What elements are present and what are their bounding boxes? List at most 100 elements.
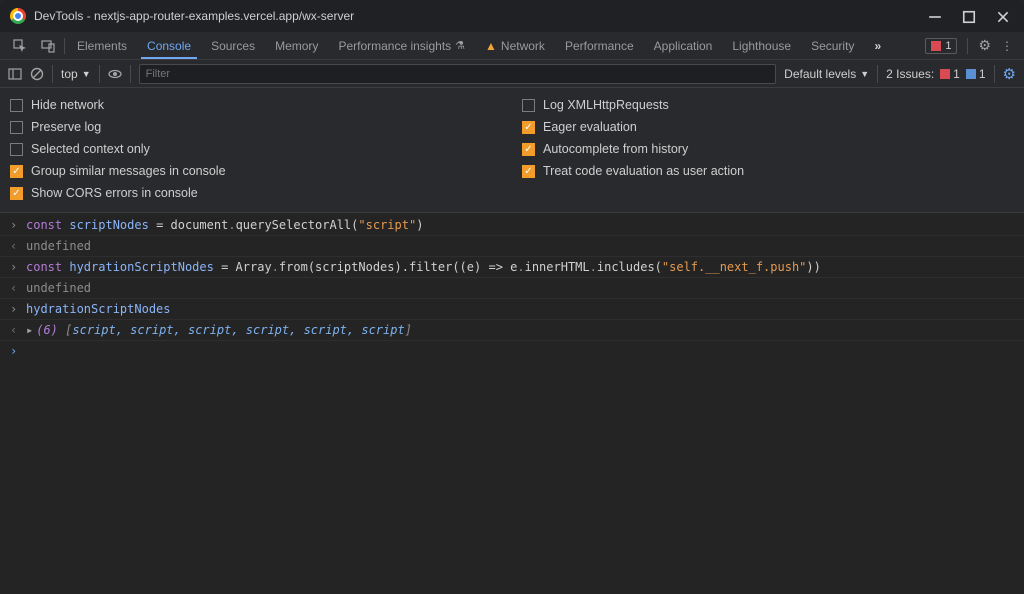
tab-console[interactable]: Console <box>137 32 201 59</box>
tab-sources[interactable]: Sources <box>201 32 265 59</box>
close-icon[interactable] <box>996 10 1008 22</box>
setting-label: Autocomplete from history <box>543 142 688 156</box>
setting-label: Hide network <box>31 98 104 112</box>
sidebar-toggle-icon[interactable] <box>8 67 22 81</box>
checkbox-icon: ✓ <box>522 165 535 178</box>
device-toggle-icon[interactable] <box>34 32 62 59</box>
console-settings-gear-icon[interactable]: ⚙ <box>1003 65 1016 83</box>
tab-label: Sources <box>211 39 255 53</box>
console-result-row[interactable]: ‹ undefined <box>0 236 1024 257</box>
console-input-row[interactable]: › const hydrationScriptNodes = Array.fro… <box>0 257 1024 278</box>
console-prompt-row[interactable]: › <box>0 341 1024 361</box>
expand-caret-icon[interactable]: ▸ <box>26 323 33 337</box>
tab-label: Elements <box>77 39 127 53</box>
checkbox-icon <box>10 121 23 134</box>
issues-indicator[interactable]: 2 Issues: 1 1 <box>886 67 985 81</box>
setting-label: Eager evaluation <box>543 120 637 134</box>
checkbox-icon: ✓ <box>522 121 535 134</box>
levels-label: Default levels <box>784 67 856 81</box>
window-title: DevTools - nextjs-app-router-examples.ve… <box>34 9 354 23</box>
errors-count: 1 <box>945 40 951 52</box>
setting-label: Selected context only <box>31 142 150 156</box>
result-value: undefined <box>26 281 91 295</box>
code-line: hydrationScriptNodes <box>26 302 171 316</box>
tab-label: Application <box>654 39 713 53</box>
clear-console-icon[interactable] <box>30 67 44 81</box>
devtools-tabs: Elements Console Sources Memory Performa… <box>0 32 1024 60</box>
checkbox-icon: ✓ <box>522 143 535 156</box>
setting-label: Log XMLHttpRequests <box>543 98 669 112</box>
info-square-icon <box>966 69 976 79</box>
setting-cors-errors[interactable]: ✓Show CORS errors in console <box>8 182 504 204</box>
chrome-logo-icon <box>10 8 26 24</box>
warning-icon: ▲ <box>485 39 497 53</box>
chevron-down-icon: ▼ <box>860 69 869 79</box>
filter-input[interactable] <box>139 64 777 84</box>
code-line: const hydrationScriptNodes = Array.from(… <box>26 260 821 274</box>
error-square-icon <box>931 41 941 51</box>
tab-elements[interactable]: Elements <box>67 32 137 59</box>
tab-performance[interactable]: Performance <box>555 32 644 59</box>
setting-preserve-log[interactable]: Preserve log <box>8 116 504 138</box>
context-label: top <box>61 67 78 81</box>
checkbox-icon <box>10 99 23 112</box>
checkbox-icon <box>10 143 23 156</box>
setting-label: Treat code evaluation as user action <box>543 164 744 178</box>
tab-label: Memory <box>275 39 318 53</box>
titlebar: DevTools - nextjs-app-router-examples.ve… <box>0 0 1024 32</box>
setting-label: Group similar messages in console <box>31 164 226 178</box>
tab-network[interactable]: ▲ Network <box>475 32 555 59</box>
checkbox-icon <box>522 99 535 112</box>
tab-label: Console <box>147 39 191 53</box>
tabs-overflow[interactable]: » <box>864 32 891 59</box>
levels-selector[interactable]: Default levels ▼ <box>784 67 869 81</box>
prompt-arrow-icon: › <box>10 344 22 358</box>
setting-hide-network[interactable]: Hide network <box>8 94 504 116</box>
context-selector[interactable]: top ▼ <box>61 67 91 81</box>
tab-performance-insights[interactable]: Performance insights⚗ <box>328 32 475 59</box>
console-input-row[interactable]: › const scriptNodes = document.querySele… <box>0 215 1024 236</box>
settings-col-right: Log XMLHttpRequests ✓ Eager evaluation ✓ A… <box>512 94 1024 204</box>
input-arrow-icon: › <box>10 260 22 274</box>
tab-security[interactable]: Security <box>801 32 864 59</box>
tab-label: Network <box>501 39 545 53</box>
result-value: (6) [script, script, script, script, scr… <box>36 323 412 337</box>
output-arrow-icon: ‹ <box>10 281 22 295</box>
error-square-icon <box>940 69 950 79</box>
output-arrow-icon: ‹ <box>10 323 22 337</box>
setting-eager-eval[interactable]: ✓ Eager evaluation <box>520 116 1016 138</box>
tab-application[interactable]: Application <box>644 32 723 59</box>
console-output: › const scriptNodes = document.querySele… <box>0 213 1024 361</box>
issues-label: 2 Issues: <box>886 67 934 81</box>
console-input-row[interactable]: › hydrationScriptNodes <box>0 299 1024 320</box>
input-arrow-icon: › <box>10 302 22 316</box>
tab-label: Performance insights <box>338 39 451 53</box>
result-value: undefined <box>26 239 91 253</box>
errors-badge[interactable]: 1 <box>925 38 957 54</box>
tab-lighthouse[interactable]: Lighthouse <box>722 32 801 59</box>
setting-user-action[interactable]: ✓ Treat code evaluation as user action <box>520 160 1016 182</box>
code-line: const scriptNodes = document.querySelect… <box>26 218 423 232</box>
setting-selected-context[interactable]: Selected context only <box>8 138 504 160</box>
setting-group-similar[interactable]: ✓Group similar messages in console <box>8 160 504 182</box>
console-toolbar: top ▼ Default levels ▼ 2 Issues: 1 1 ⚙ <box>0 60 1024 88</box>
chevron-down-icon: ▼ <box>82 69 91 79</box>
console-result-row[interactable]: ‹ ▸ (6) [script, script, script, script,… <box>0 320 1024 341</box>
maximize-icon[interactable] <box>962 10 974 22</box>
issues-error-count: 1 <box>953 67 960 81</box>
issues-info-count: 1 <box>979 67 986 81</box>
kebab-menu-icon[interactable]: ⋮ <box>1001 39 1014 53</box>
tab-label: Security <box>811 39 854 53</box>
tab-label: Lighthouse <box>732 39 791 53</box>
setting-autocomplete[interactable]: ✓ Autocomplete from history <box>520 138 1016 160</box>
setting-label: Preserve log <box>31 120 101 134</box>
tab-memory[interactable]: Memory <box>265 32 328 59</box>
inspect-icon[interactable] <box>6 32 34 59</box>
console-result-row[interactable]: ‹ undefined <box>0 278 1024 299</box>
settings-gear-icon[interactable]: ⚙ <box>978 37 991 54</box>
live-expression-icon[interactable] <box>108 67 122 81</box>
minimize-icon[interactable] <box>928 10 940 22</box>
setting-log-xhr[interactable]: Log XMLHttpRequests <box>520 94 1016 116</box>
output-arrow-icon: ‹ <box>10 239 22 253</box>
tab-label: Performance <box>565 39 634 53</box>
